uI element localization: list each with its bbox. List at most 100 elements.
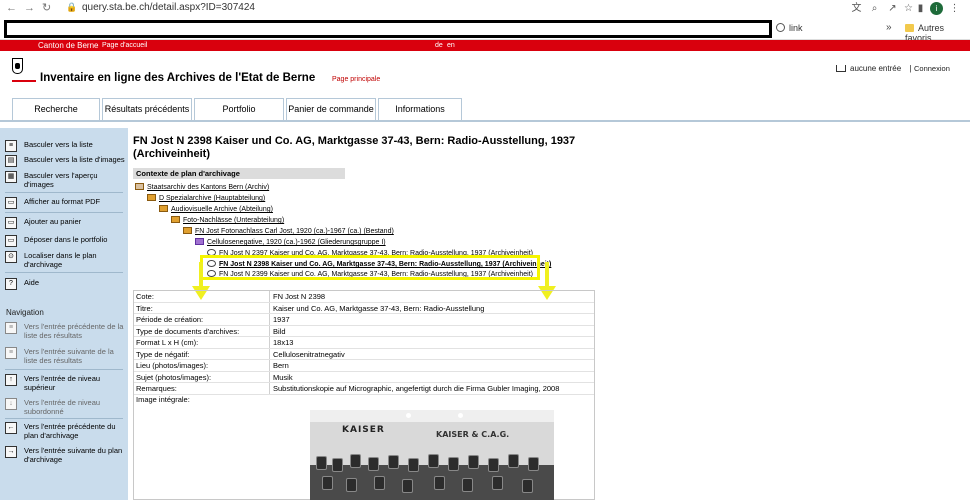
photo-radio [322,476,333,490]
bookmarks-overflow[interactable]: » [886,22,892,33]
photo-radio [462,478,473,492]
photo-ceiling [310,410,554,422]
sidebar: ≡ Basculer vers la liste ▤ Basculer vers… [0,128,128,500]
sidebar-item-label: Localiser dans le plan d'archivage [24,251,97,269]
tab-portfolio[interactable]: Portfolio [194,98,284,120]
menu-icon[interactable]: ⋮ [948,2,961,15]
globe-icon [776,23,785,32]
photo-radio [368,457,379,471]
sidebar-item-label: Basculer vers l'aperçu d'images [24,171,98,189]
sidebar-nav-heading: Navigation [6,308,44,317]
sidebar-item-label: Vers l'entrée suivante du plan d'archiva… [24,446,123,464]
profile-avatar[interactable]: i [930,2,943,15]
tree-item-foto-nachlaesse[interactable]: Foto-Nachlässe (Unterabteilung) [171,216,284,225]
image-grid-icon: ▦ [5,171,17,183]
tree-item-archiv[interactable]: Staatsarchiv des Kantons Bern (Archiv) [135,183,269,192]
photo-lamp [406,413,411,418]
bookmarks-bar: link » Autres favoris [0,18,970,43]
back-icon[interactable]: ← [6,2,17,14]
detail-value: 1937 [273,315,290,324]
login-link[interactable]: Connexion [914,64,950,73]
image-list-icon: ▤ [5,155,17,167]
site-subtitle[interactable]: Page principale [332,76,380,83]
sidebar-item-label: Ajouter au panier [24,217,82,226]
photo-radio [522,479,533,493]
tab-panier[interactable]: Panier de commande [286,98,376,120]
detail-key: Lieu (photos/images): [136,361,209,370]
sidebar-item-label: Vers l'entrée suivante de la liste des r… [24,347,114,365]
tree-item-label: D Spezialarchive (Hauptabteilung) [159,195,266,202]
annotation-arrow-right [545,262,549,288]
sidebar-item-label: Vers l'entrée de niveau supérieur [24,374,101,392]
tree-item-spezialarchive[interactable]: D Spezialarchive (Hauptabteilung) [147,194,265,203]
bookmark-link[interactable]: link [776,23,803,33]
cart-icon [836,65,846,72]
tree-item-fn-jost[interactable]: FN Jost Fotonachlass Carl Jost, 1920 (ca… [183,227,394,236]
archive-home-icon [135,183,144,190]
lock-icon: 🔒 [66,2,78,12]
home-link[interactable]: Page d'accueil [102,40,147,51]
folder-icon [159,205,168,212]
detail-row: Type de négatif: Cellulosenitratnegativ [134,349,594,360]
next-result-icon: ≡ [5,347,17,359]
tab-resultats[interactable]: Résultats précédents [102,98,192,120]
detail-row: Lieu (photos/images): Bern [134,360,594,372]
tree-item-label: Cellulosenegative, 1920 (ca.)-1962 (Glie… [207,239,386,246]
detail-key: Type de documents d'archives: [136,326,240,336]
canton-link[interactable]: Canton de Berne [38,40,99,51]
bern-logo-icon[interactable] [12,58,23,74]
redacted-box [4,20,772,38]
photo-sign: KAISER [342,425,385,435]
photo-radio [448,457,459,471]
tree-item-audiovisuelle[interactable]: Audiovisuelle Archive (Abteilung) [159,205,273,214]
tree-item-label: Staatsarchiv des Kantons Bern (Archiv) [147,184,270,191]
sidebar-divider [5,212,123,213]
detail-value: Bild [273,326,286,336]
photo-lamp [458,413,463,418]
cart-status[interactable]: aucune entrée | [836,64,911,73]
tree-item-label: Foto-Nachlässe (Unterabteilung) [183,217,285,224]
zoom-icon[interactable]: ⌕ [868,2,881,15]
photo-radio [492,476,503,490]
forward-icon[interactable]: → [24,2,35,14]
pdf-icon: ▭ [5,197,17,209]
sidebar-item-label: Déposer dans le portfolio [24,235,108,244]
address-bar[interactable]: 🔒 query.sta.be.ch/detail.aspx?ID=307424 [66,1,846,17]
photo-radio [428,454,439,468]
detail-value: Cellulosenitratnegativ [273,349,345,359]
tab-recherche[interactable]: Recherche [12,98,100,120]
detail-key: Période de création: [136,315,204,324]
sidepanel-icon[interactable]: ▮ [914,2,927,15]
reload-icon[interactable]: ↻ [42,2,51,14]
sidebar-item-label: Vers l'entrée de niveau subordonné [24,398,101,416]
sidebar-divider [5,418,123,419]
photo-radio [316,456,327,470]
detail-value: Bern [273,361,289,370]
level-up-icon: ↑ [5,374,17,386]
detail-key: Sujet (photos/images): [136,372,212,382]
photo-radio [350,454,361,468]
detail-row: Titre: Kaiser und Co. AG, Marktgasse 37-4… [134,303,594,314]
detail-key: Remarques: [136,384,177,393]
detail-value: Kaiser und Co. AG, Marktgasse 37-43, Ber… [273,303,485,313]
browser-chrome: ← → ↻ 🔒 query.sta.be.ch/detail.aspx?ID=3… [0,0,970,43]
tabs-underline [0,120,970,122]
header-separator: | [909,64,912,73]
browser-toolbar: ← → ↻ 🔒 query.sta.be.ch/detail.aspx?ID=3… [0,0,970,18]
cart-icon: ▭ [5,217,17,229]
tree-item-cellulosenegative[interactable]: Cellulosenegative, 1920 (ca.)-1962 (Glie… [195,238,386,247]
share-icon[interactable]: ↗ [886,2,899,15]
photo-radio [374,476,385,490]
translate-icon[interactable]: 文 [850,2,863,15]
lang-en[interactable]: en [447,40,455,51]
next-plan-icon: → [5,446,17,458]
lang-de[interactable]: de [435,40,443,51]
detail-key: Cote: [136,292,154,301]
tree-item-label: FN Jost Fotonachlass Carl Jost, 1920 (ca… [195,228,394,235]
sidebar-item-label: Aide [24,278,40,287]
photo-radio [528,457,539,471]
archive-photo[interactable]: KAISER KAISER & C.A.G. [310,410,554,500]
tab-informations[interactable]: Informations [378,98,462,120]
photo-radio [508,454,519,468]
url-text: query.sta.be.ch/detail.aspx?ID=307424 [82,2,255,13]
